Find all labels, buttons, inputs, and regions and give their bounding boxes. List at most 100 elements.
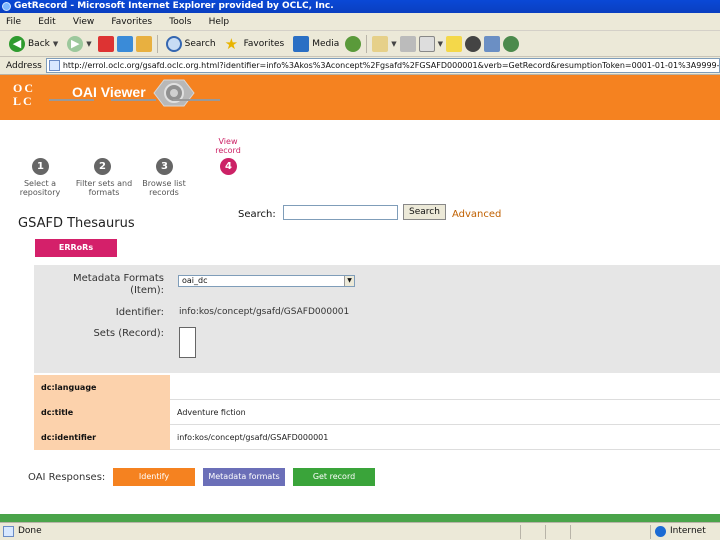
- menu-tools[interactable]: Tools: [163, 13, 199, 31]
- sets-listbox[interactable]: [179, 327, 196, 358]
- table-row: dc:identifier info:kos/concept/gsafd/GSA…: [34, 425, 720, 450]
- print-icon[interactable]: [399, 35, 416, 52]
- step-connector: [173, 99, 220, 101]
- media-icon: [293, 35, 310, 52]
- sets-label: Sets (Record):: [93, 328, 164, 339]
- get-record-button[interactable]: Get record: [293, 468, 375, 486]
- back-button[interactable]: ◀ Back ▼: [6, 33, 61, 55]
- history-icon[interactable]: [345, 35, 362, 52]
- step-3-label[interactable]: Browse list records: [134, 179, 194, 197]
- forward-button[interactable]: ▶ ▼: [64, 33, 94, 55]
- metadata-formats-label-line: Metadata Formats: [73, 273, 164, 284]
- record-key: dc:language: [34, 375, 170, 400]
- step-3-label-line: Browse list: [142, 179, 186, 188]
- step-2-label-line: formats: [88, 188, 120, 197]
- search-input[interactable]: [283, 205, 398, 220]
- table-row: dc:language: [34, 375, 720, 400]
- edit-icon[interactable]: [418, 35, 435, 52]
- record-key: dc:title: [34, 400, 170, 425]
- status-bar: Done Internet: [0, 522, 720, 540]
- identify-button[interactable]: Identify: [113, 468, 195, 486]
- stop-icon[interactable]: [97, 35, 114, 52]
- toolbar-extension-icon[interactable]: [503, 35, 520, 52]
- chevron-down-icon[interactable]: ▼: [344, 276, 354, 286]
- record-key: dc:identifier: [34, 425, 170, 450]
- status-divider: [545, 525, 546, 539]
- search-label: Search:: [238, 209, 276, 220]
- address-url: http://errol.oclc.org/gsafd.oclc.org.htm…: [62, 61, 720, 70]
- discuss-icon[interactable]: [446, 35, 463, 52]
- chevron-down-icon[interactable]: ▼: [53, 40, 58, 48]
- step-connector: [49, 99, 94, 101]
- home-icon[interactable]: [135, 35, 152, 52]
- page-icon: [48, 60, 60, 71]
- status-divider: [650, 525, 651, 539]
- search-icon: [165, 35, 182, 52]
- identifier-value: info:kos/concept/gsafd/GSAFD000001: [179, 307, 350, 317]
- step-2-label-line: Filter sets and: [75, 179, 133, 188]
- search-label: Search: [184, 38, 216, 49]
- menu-view[interactable]: View: [67, 13, 102, 31]
- media-label: Media: [312, 38, 340, 49]
- advanced-search-link[interactable]: Advanced: [452, 209, 501, 220]
- browser-toolbar: ◀ Back ▼ ▶ ▼ Search ★ Favorites Media ▼ …: [0, 31, 720, 57]
- chevron-down-icon[interactable]: ▼: [86, 40, 91, 48]
- metadata-formats-button[interactable]: Metadata formats: [203, 468, 285, 486]
- favorites-button[interactable]: ★ Favorites: [222, 33, 288, 55]
- star-icon: ★: [224, 34, 239, 53]
- metadata-formats-label: Metadata Formats (Item):: [60, 273, 164, 297]
- page-footer-bar: [0, 514, 720, 522]
- oai-responses-label: OAI Responses:: [28, 472, 106, 483]
- window-title-bar: GetRecord - Microsoft Internet Explorer …: [0, 0, 720, 13]
- errors-tab[interactable]: ERRoRs: [35, 239, 117, 257]
- refresh-icon[interactable]: [116, 35, 133, 52]
- window-title: GetRecord - Microsoft Internet Explorer …: [14, 1, 334, 11]
- menu-edit[interactable]: Edit: [32, 13, 63, 31]
- chevron-down-icon[interactable]: ▼: [391, 40, 396, 48]
- app-title: OAI Viewer: [72, 84, 146, 100]
- step-1-label-line: Select a: [23, 179, 57, 188]
- step-3-number[interactable]: 3: [156, 158, 173, 175]
- step-1-number[interactable]: 1: [32, 158, 49, 175]
- messenger-icon[interactable]: [484, 35, 501, 52]
- menu-favorites[interactable]: Favorites: [105, 13, 160, 31]
- address-label: Address: [6, 60, 42, 71]
- step-2-number[interactable]: 2: [94, 158, 111, 175]
- step-3-label-line: records: [149, 188, 179, 197]
- step-4-label: View record: [198, 137, 258, 155]
- step-connector: [111, 99, 156, 101]
- metadata-format-select[interactable]: oai_dc ▼: [178, 275, 355, 287]
- mail-icon[interactable]: [372, 35, 389, 52]
- forward-arrow-icon: ▶: [67, 35, 84, 52]
- back-arrow-icon: ◀: [9, 35, 25, 52]
- media-button[interactable]: Media: [290, 33, 342, 55]
- step-4-label-line: View: [218, 137, 238, 146]
- metadata-formats-label-line: (Item):: [130, 285, 164, 296]
- address-input[interactable]: http://errol.oclc.org/gsafd.oclc.org.htm…: [45, 58, 720, 73]
- research-icon[interactable]: [465, 35, 482, 52]
- search-button[interactable]: Search: [163, 33, 219, 55]
- status-text: Done: [18, 526, 42, 536]
- toolbar-separator: [156, 34, 158, 53]
- back-label: Back: [28, 38, 50, 49]
- identifier-label: Identifier:: [115, 307, 164, 318]
- chevron-down-icon[interactable]: ▼: [438, 40, 443, 48]
- step-2-label[interactable]: Filter sets and formats: [72, 179, 136, 197]
- record-value: Adventure fiction: [177, 408, 246, 417]
- menu-file[interactable]: File: [0, 13, 29, 31]
- status-divider: [520, 525, 521, 539]
- logo-line-2: LC: [13, 94, 34, 108]
- step-4-label-line: record: [215, 146, 241, 155]
- page-title: GSAFD Thesaurus: [18, 216, 135, 231]
- address-bar: Address http://errol.oclc.org/gsafd.oclc…: [0, 57, 720, 75]
- eye-logo-icon: [153, 79, 195, 107]
- site-header: OC LC OAI Viewer: [0, 75, 720, 120]
- step-1-label[interactable]: Select a repository: [10, 179, 70, 197]
- security-zone-label: Internet: [670, 526, 706, 536]
- menu-help[interactable]: Help: [203, 13, 238, 31]
- menu-bar: File Edit View Favorites Tools Help: [0, 13, 720, 31]
- internet-zone-icon: [655, 526, 666, 537]
- toolbar-separator: [366, 34, 368, 53]
- search-submit-button[interactable]: Search: [403, 204, 446, 220]
- oclc-logo[interactable]: OC LC: [13, 82, 58, 108]
